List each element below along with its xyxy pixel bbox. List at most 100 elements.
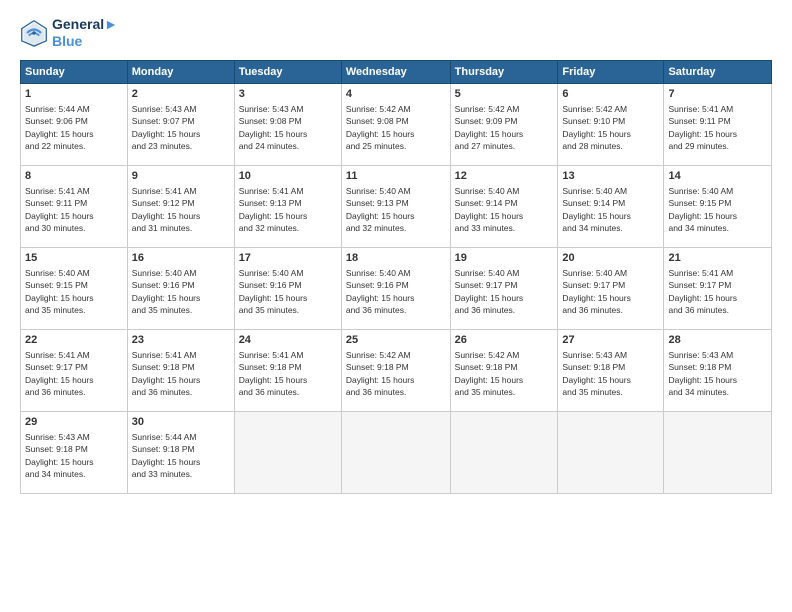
calendar-cell: 3Sunrise: 5:43 AMSunset: 9:08 PMDaylight… (234, 83, 341, 165)
day-detail: Sunrise: 5:42 AMSunset: 9:10 PMDaylight:… (562, 103, 659, 152)
calendar-cell (341, 411, 450, 493)
day-number: 27 (562, 333, 659, 348)
calendar-cell: 28Sunrise: 5:43 AMSunset: 9:18 PMDayligh… (664, 329, 772, 411)
day-number: 4 (346, 87, 446, 102)
day-detail: Sunrise: 5:41 AMSunset: 9:12 PMDaylight:… (132, 185, 230, 234)
header-cell-wednesday: Wednesday (341, 60, 450, 83)
day-number: 22 (25, 333, 123, 348)
day-number: 6 (562, 87, 659, 102)
day-detail: Sunrise: 5:42 AMSunset: 9:08 PMDaylight:… (346, 103, 446, 152)
calendar-cell: 1Sunrise: 5:44 AMSunset: 9:06 PMDaylight… (21, 83, 128, 165)
header-row: SundayMondayTuesdayWednesdayThursdayFrid… (21, 60, 772, 83)
calendar-week-4: 22Sunrise: 5:41 AMSunset: 9:17 PMDayligh… (21, 329, 772, 411)
calendar-cell: 18Sunrise: 5:40 AMSunset: 9:16 PMDayligh… (341, 247, 450, 329)
calendar-week-3: 15Sunrise: 5:40 AMSunset: 9:15 PMDayligh… (21, 247, 772, 329)
calendar-cell: 16Sunrise: 5:40 AMSunset: 9:16 PMDayligh… (127, 247, 234, 329)
day-detail: Sunrise: 5:42 AMSunset: 9:09 PMDaylight:… (455, 103, 554, 152)
calendar-cell: 13Sunrise: 5:40 AMSunset: 9:14 PMDayligh… (558, 165, 664, 247)
calendar-cell: 2Sunrise: 5:43 AMSunset: 9:07 PMDaylight… (127, 83, 234, 165)
logo-text: General► Blue (52, 16, 118, 50)
calendar-cell: 26Sunrise: 5:42 AMSunset: 9:18 PMDayligh… (450, 329, 558, 411)
day-number: 1 (25, 87, 123, 102)
day-detail: Sunrise: 5:40 AMSunset: 9:14 PMDaylight:… (455, 185, 554, 234)
calendar-cell: 10Sunrise: 5:41 AMSunset: 9:13 PMDayligh… (234, 165, 341, 247)
day-number: 26 (455, 333, 554, 348)
calendar-cell: 17Sunrise: 5:40 AMSunset: 9:16 PMDayligh… (234, 247, 341, 329)
calendar-week-5: 29Sunrise: 5:43 AMSunset: 9:18 PMDayligh… (21, 411, 772, 493)
calendar-cell: 27Sunrise: 5:43 AMSunset: 9:18 PMDayligh… (558, 329, 664, 411)
day-detail: Sunrise: 5:40 AMSunset: 9:16 PMDaylight:… (132, 267, 230, 316)
day-number: 5 (455, 87, 554, 102)
day-detail: Sunrise: 5:41 AMSunset: 9:11 PMDaylight:… (25, 185, 123, 234)
day-number: 29 (25, 415, 123, 430)
day-number: 12 (455, 169, 554, 184)
day-detail: Sunrise: 5:43 AMSunset: 9:18 PMDaylight:… (668, 349, 767, 398)
calendar-cell: 14Sunrise: 5:40 AMSunset: 9:15 PMDayligh… (664, 165, 772, 247)
calendar-cell: 30Sunrise: 5:44 AMSunset: 9:18 PMDayligh… (127, 411, 234, 493)
calendar-table: SundayMondayTuesdayWednesdayThursdayFrid… (20, 60, 772, 494)
day-detail: Sunrise: 5:40 AMSunset: 9:13 PMDaylight:… (346, 185, 446, 234)
day-detail: Sunrise: 5:41 AMSunset: 9:11 PMDaylight:… (668, 103, 767, 152)
day-detail: Sunrise: 5:41 AMSunset: 9:17 PMDaylight:… (668, 267, 767, 316)
header-cell-sunday: Sunday (21, 60, 128, 83)
calendar-cell: 19Sunrise: 5:40 AMSunset: 9:17 PMDayligh… (450, 247, 558, 329)
calendar-cell: 15Sunrise: 5:40 AMSunset: 9:15 PMDayligh… (21, 247, 128, 329)
calendar-cell: 11Sunrise: 5:40 AMSunset: 9:13 PMDayligh… (341, 165, 450, 247)
logo-icon (20, 19, 48, 47)
calendar-cell: 5Sunrise: 5:42 AMSunset: 9:09 PMDaylight… (450, 83, 558, 165)
calendar-week-1: 1Sunrise: 5:44 AMSunset: 9:06 PMDaylight… (21, 83, 772, 165)
calendar-cell: 12Sunrise: 5:40 AMSunset: 9:14 PMDayligh… (450, 165, 558, 247)
calendar-cell (664, 411, 772, 493)
day-detail: Sunrise: 5:41 AMSunset: 9:18 PMDaylight:… (132, 349, 230, 398)
header-cell-saturday: Saturday (664, 60, 772, 83)
day-detail: Sunrise: 5:44 AMSunset: 9:18 PMDaylight:… (132, 431, 230, 480)
day-detail: Sunrise: 5:40 AMSunset: 9:17 PMDaylight:… (562, 267, 659, 316)
day-detail: Sunrise: 5:43 AMSunset: 9:07 PMDaylight:… (132, 103, 230, 152)
day-detail: Sunrise: 5:42 AMSunset: 9:18 PMDaylight:… (455, 349, 554, 398)
day-detail: Sunrise: 5:40 AMSunset: 9:15 PMDaylight:… (668, 185, 767, 234)
day-number: 7 (668, 87, 767, 102)
calendar-cell: 9Sunrise: 5:41 AMSunset: 9:12 PMDaylight… (127, 165, 234, 247)
calendar-week-2: 8Sunrise: 5:41 AMSunset: 9:11 PMDaylight… (21, 165, 772, 247)
day-detail: Sunrise: 5:41 AMSunset: 9:18 PMDaylight:… (239, 349, 337, 398)
day-detail: Sunrise: 5:42 AMSunset: 9:18 PMDaylight:… (346, 349, 446, 398)
day-number: 20 (562, 251, 659, 266)
day-number: 28 (668, 333, 767, 348)
day-number: 11 (346, 169, 446, 184)
header-cell-monday: Monday (127, 60, 234, 83)
day-detail: Sunrise: 5:43 AMSunset: 9:18 PMDaylight:… (25, 431, 123, 480)
day-number: 10 (239, 169, 337, 184)
calendar-cell: 21Sunrise: 5:41 AMSunset: 9:17 PMDayligh… (664, 247, 772, 329)
day-detail: Sunrise: 5:40 AMSunset: 9:14 PMDaylight:… (562, 185, 659, 234)
calendar-cell: 24Sunrise: 5:41 AMSunset: 9:18 PMDayligh… (234, 329, 341, 411)
day-detail: Sunrise: 5:41 AMSunset: 9:13 PMDaylight:… (239, 185, 337, 234)
day-detail: Sunrise: 5:44 AMSunset: 9:06 PMDaylight:… (25, 103, 123, 152)
day-number: 18 (346, 251, 446, 266)
day-number: 2 (132, 87, 230, 102)
day-number: 14 (668, 169, 767, 184)
day-detail: Sunrise: 5:41 AMSunset: 9:17 PMDaylight:… (25, 349, 123, 398)
calendar-cell: 23Sunrise: 5:41 AMSunset: 9:18 PMDayligh… (127, 329, 234, 411)
header: General► Blue (20, 16, 772, 50)
day-number: 3 (239, 87, 337, 102)
day-detail: Sunrise: 5:40 AMSunset: 9:16 PMDaylight:… (239, 267, 337, 316)
day-detail: Sunrise: 5:40 AMSunset: 9:16 PMDaylight:… (346, 267, 446, 316)
calendar-cell (450, 411, 558, 493)
day-number: 21 (668, 251, 767, 266)
day-detail: Sunrise: 5:43 AMSunset: 9:08 PMDaylight:… (239, 103, 337, 152)
day-number: 9 (132, 169, 230, 184)
header-cell-tuesday: Tuesday (234, 60, 341, 83)
calendar-cell (234, 411, 341, 493)
day-number: 23 (132, 333, 230, 348)
calendar-cell: 7Sunrise: 5:41 AMSunset: 9:11 PMDaylight… (664, 83, 772, 165)
day-number: 24 (239, 333, 337, 348)
calendar-cell: 4Sunrise: 5:42 AMSunset: 9:08 PMDaylight… (341, 83, 450, 165)
day-detail: Sunrise: 5:40 AMSunset: 9:17 PMDaylight:… (455, 267, 554, 316)
calendar-cell: 25Sunrise: 5:42 AMSunset: 9:18 PMDayligh… (341, 329, 450, 411)
calendar-cell: 20Sunrise: 5:40 AMSunset: 9:17 PMDayligh… (558, 247, 664, 329)
day-number: 19 (455, 251, 554, 266)
day-number: 15 (25, 251, 123, 266)
calendar-cell: 22Sunrise: 5:41 AMSunset: 9:17 PMDayligh… (21, 329, 128, 411)
day-detail: Sunrise: 5:40 AMSunset: 9:15 PMDaylight:… (25, 267, 123, 316)
day-number: 30 (132, 415, 230, 430)
